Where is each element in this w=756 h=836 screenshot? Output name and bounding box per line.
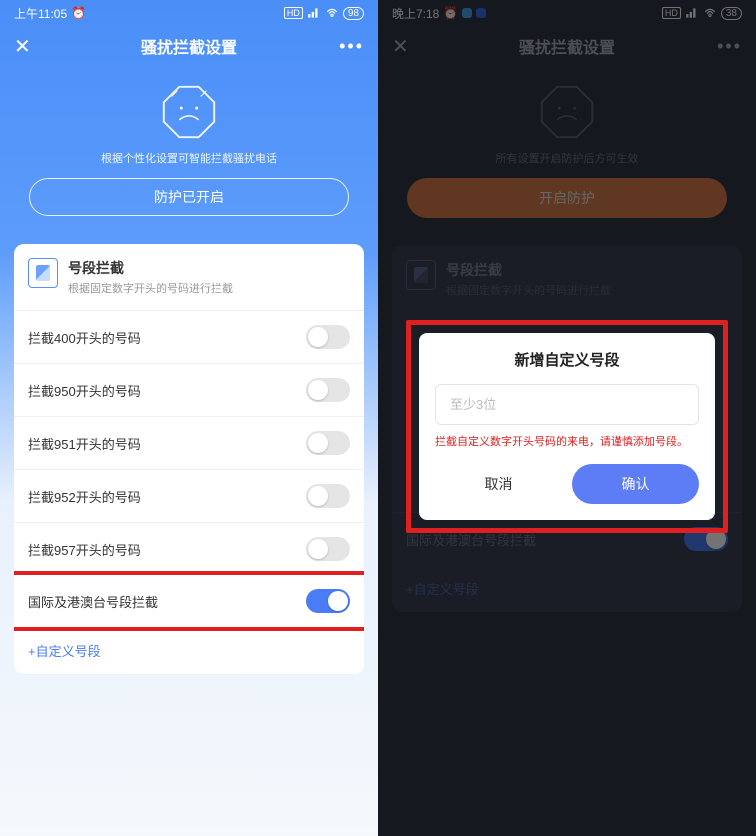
title-bar: ✕ 骚扰拦截设置 •••	[0, 26, 378, 66]
status-bar: 上午11:05 ⏰ HD 98	[0, 0, 378, 26]
block-957-toggle[interactable]	[306, 537, 350, 561]
block-950-toggle[interactable]	[306, 378, 350, 402]
confirm-button[interactable]: 确认	[572, 464, 699, 504]
shield-icon	[157, 80, 221, 144]
card-title: 号段拦截	[68, 258, 233, 278]
block-951-toggle[interactable]	[306, 431, 350, 455]
block-400-toggle[interactable]	[306, 325, 350, 349]
add-custom-segment-link[interactable]: +自定义号段	[14, 627, 364, 674]
row-label: 拦截952开头的号码	[28, 487, 141, 506]
dialog-highlight: 新增自定义号段 拦截自定义数字开头号码的来电，请谨慎添加号段。 取消 确认	[406, 320, 728, 533]
block-400-row[interactable]: 拦截400开头的号码	[14, 310, 364, 363]
close-icon[interactable]: ✕	[14, 34, 31, 59]
phone-icon	[28, 258, 58, 288]
cancel-button[interactable]: 取消	[435, 464, 562, 504]
row-label: 拦截400开头的号码	[28, 328, 141, 347]
block-957-row[interactable]: 拦截957开头的号码	[14, 522, 364, 575]
intl-block-toggle[interactable]	[306, 589, 350, 613]
block-952-row[interactable]: 拦截952开头的号码	[14, 469, 364, 522]
block-950-row[interactable]: 拦截950开头的号码	[14, 363, 364, 416]
hd-icon: HD	[284, 7, 303, 19]
hero: 根据个性化设置可智能拦截骚扰电话 防护已开启	[0, 66, 378, 232]
signal-icon	[307, 6, 321, 20]
intl-block-label: 国际及港澳台号段拦截	[28, 592, 158, 611]
status-time: 上午11:05	[14, 5, 67, 22]
dialog-warning: 拦截自定义数字开头号码的来电，请谨慎添加号段。	[435, 435, 699, 450]
phone-left: 上午11:05 ⏰ HD 98 ✕ 骚扰拦截设置 ••• 根据个性化设置可智能拦…	[0, 0, 378, 836]
dialog-title: 新增自定义号段	[435, 349, 699, 370]
add-segment-dialog: 新增自定义号段 拦截自定义数字开头号码的来电，请谨慎添加号段。 取消 确认	[419, 333, 715, 520]
row-label: 拦截950开头的号码	[28, 381, 141, 400]
more-icon[interactable]: •••	[339, 36, 364, 57]
wifi-icon	[325, 6, 339, 20]
intl-block-row-highlighted[interactable]: 国际及港澳台号段拦截	[14, 571, 364, 631]
protection-enabled-button[interactable]: 防护已开启	[29, 178, 349, 216]
block-952-toggle[interactable]	[306, 484, 350, 508]
modal-overlay[interactable]: 新增自定义号段 拦截自定义数字开头号码的来电，请谨慎添加号段。 取消 确认	[378, 0, 756, 836]
row-label: 拦截957开头的号码	[28, 540, 141, 559]
segment-blocking-card: 号段拦截 根据固定数字开头的号码进行拦截 拦截400开头的号码 拦截950开头的…	[14, 244, 364, 674]
phone-right: 晚上7:18 ⏰ HD 38 ✕ 骚扰拦截设置 ••• 所有设置开启防护后方可生…	[378, 0, 756, 836]
page-title: 骚扰拦截设置	[141, 34, 237, 58]
hero-desc: 根据个性化设置可智能拦截骚扰电话	[101, 150, 277, 166]
alarm-icon: ⏰	[71, 6, 86, 20]
segment-input[interactable]	[435, 384, 699, 425]
card-header: 号段拦截 根据固定数字开头的号码进行拦截	[14, 244, 364, 310]
card-desc: 根据固定数字开头的号码进行拦截	[68, 280, 233, 296]
battery-level: 98	[343, 7, 364, 20]
row-label: 拦截951开头的号码	[28, 434, 141, 453]
block-951-row[interactable]: 拦截951开头的号码	[14, 416, 364, 469]
